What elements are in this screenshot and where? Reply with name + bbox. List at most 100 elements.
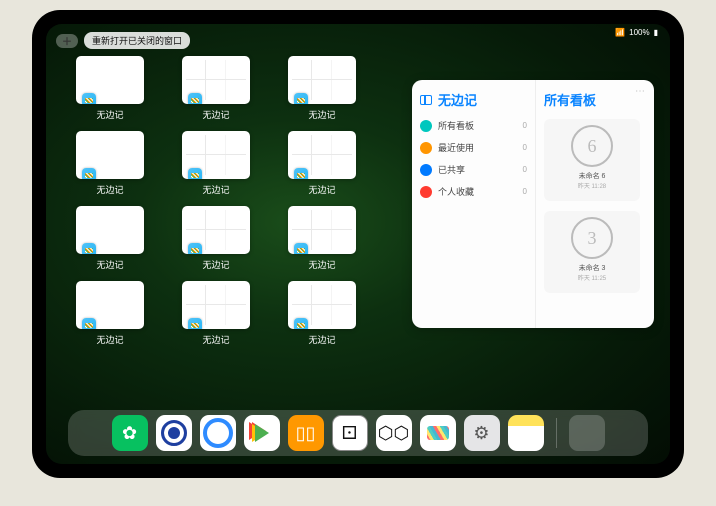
board-preview: 6 xyxy=(571,125,613,167)
sidebar-item-recent[interactable]: 最近使用 0 xyxy=(420,141,527,154)
freeform-icon xyxy=(294,318,308,329)
app-label: 无边记 xyxy=(96,108,123,121)
freeform-icon xyxy=(188,318,202,329)
dock-app-hex[interactable]: ⬡⬡ xyxy=(376,415,412,451)
freeform-icon xyxy=(188,168,202,179)
app-thumbnail xyxy=(288,131,356,179)
new-window-button[interactable]: ＋ xyxy=(56,34,78,48)
app-label: 无边记 xyxy=(308,108,335,121)
all-boards-icon xyxy=(420,120,432,132)
board-list: 6 未命名 6昨天 11:28 3 未命名 3昨天 11:25 xyxy=(544,119,646,293)
board-meta: 昨天 11:28 xyxy=(578,181,606,190)
sidebar-item-label: 已共享 xyxy=(438,163,465,176)
freeform-icon xyxy=(188,243,202,254)
freeform-icon xyxy=(82,318,96,329)
app-label: 无边记 xyxy=(202,258,229,271)
freeform-icon xyxy=(188,93,202,104)
battery-icon: ▮ xyxy=(654,28,658,37)
dock-app-dice[interactable]: ⚀ xyxy=(332,415,368,451)
sidebar-item-label: 最近使用 xyxy=(438,141,474,154)
sidebar-item-count: 0 xyxy=(523,143,527,152)
app-label: 无边记 xyxy=(96,183,123,196)
dock-app-play[interactable] xyxy=(244,415,280,451)
freeform-icon xyxy=(294,93,308,104)
app-thumbnail xyxy=(76,281,144,329)
app-thumbnail xyxy=(76,131,144,179)
app-window[interactable]: 无边记 xyxy=(172,206,260,271)
board-item[interactable]: 6 未命名 6昨天 11:28 xyxy=(544,119,640,201)
app-thumbnail xyxy=(288,281,356,329)
status-bar: 📶 100% ▮ xyxy=(615,28,658,37)
app-label: 无边记 xyxy=(96,333,123,346)
app-window[interactable]: 无边记 xyxy=(66,131,154,196)
dock-app-notes[interactable] xyxy=(508,415,544,451)
freeform-icon xyxy=(294,168,308,179)
app-window[interactable]: 无边记 xyxy=(66,206,154,271)
play-icon xyxy=(255,424,269,442)
app-window[interactable]: 无边记 xyxy=(66,56,154,121)
app-thumbnail xyxy=(288,206,356,254)
app-thumbnail xyxy=(182,56,250,104)
sidebar-item-count: 0 xyxy=(523,187,527,196)
app-window[interactable]: 无边记 xyxy=(172,131,260,196)
wifi-icon: 📶 xyxy=(615,28,625,37)
app-thumbnail xyxy=(76,56,144,104)
panel-category-list: 所有看板 0 最近使用 0 已共享0 个人收藏 0 xyxy=(420,119,527,198)
app-window[interactable]: 无边记 xyxy=(66,281,154,346)
freeform-icon xyxy=(82,168,96,179)
sidebar-item-label: 个人收藏 xyxy=(438,185,474,198)
ipad-device-frame: 📶 100% ▮ ＋ 重新打开已关闭的窗口 无边记无边记无边记无边记无边记无边记… xyxy=(32,10,684,478)
panel-title-label: 无边记 xyxy=(438,90,477,109)
sidebar-item-label: 所有看板 xyxy=(438,119,474,132)
app-window[interactable]: 无边记 xyxy=(278,281,366,346)
favorites-icon xyxy=(420,186,432,198)
app-window[interactable]: 无边记 xyxy=(278,206,366,271)
app-label: 无边记 xyxy=(308,258,335,271)
board-preview: 3 xyxy=(571,217,613,259)
sidebar-item-shared[interactable]: 已共享0 xyxy=(420,163,527,176)
recent-icon xyxy=(420,142,432,154)
board-meta: 昨天 11:25 xyxy=(578,273,606,282)
dock-app-library[interactable] xyxy=(569,415,605,451)
sidebar-item-all-boards[interactable]: 所有看板 0 xyxy=(420,119,527,132)
freeform-icon xyxy=(82,243,96,254)
dock-app-settings[interactable]: ⚙ xyxy=(464,415,500,451)
more-icon[interactable]: ⋯ xyxy=(635,86,646,97)
sidebar-item-count: 0 xyxy=(523,121,527,130)
board-title: 未命名 6 xyxy=(579,171,606,181)
plus-icon: ＋ xyxy=(62,33,72,48)
app-switcher-grid: 无边记无边记无边记无边记无边记无边记无边记无边记无边记无边记无边记无边记 xyxy=(66,56,366,346)
app-thumbnail xyxy=(76,206,144,254)
app-label: 无边记 xyxy=(96,258,123,271)
dock-app-dot-blue[interactable] xyxy=(156,415,192,451)
app-label: 无边记 xyxy=(202,183,229,196)
freeform-panel: ⋯ 无边记 所有看板0最近使用0已共享0个人收藏0 所有看板 6未命名 6昨天 … xyxy=(412,80,654,328)
dock-app-q-blue[interactable] xyxy=(200,415,236,451)
board-title: 未命名 3 xyxy=(579,263,606,273)
app-label: 无边记 xyxy=(202,108,229,121)
panel-content-title: 所有看板 xyxy=(544,90,646,109)
shared-icon xyxy=(420,164,432,176)
freeform-icon xyxy=(294,243,308,254)
board-item[interactable]: 3 未命名 3昨天 11:25 xyxy=(544,211,640,293)
sidebar-icon[interactable] xyxy=(420,95,432,105)
window-controls: ＋ 重新打开已关闭的窗口 xyxy=(56,32,190,49)
app-thumbnail xyxy=(182,131,250,179)
sidebar-item-favorites[interactable]: 个人收藏 0 xyxy=(420,185,527,198)
dock-app-freeform-dock[interactable] xyxy=(420,415,456,451)
app-window[interactable]: 无边记 xyxy=(172,281,260,346)
app-thumbnail xyxy=(182,281,250,329)
panel-content: 所有看板 6 未命名 6昨天 11:28 3 未命名 3昨天 11:25 xyxy=(536,80,654,328)
battery-percent: 100% xyxy=(629,28,649,37)
restore-closed-window-label: 重新打开已关闭的窗口 xyxy=(92,36,182,46)
app-label: 无边记 xyxy=(202,333,229,346)
dock-app-books[interactable]: ▯▯ xyxy=(288,415,324,451)
dock-app-wechat[interactable]: ✿ xyxy=(112,415,148,451)
app-window[interactable]: 无边记 xyxy=(172,56,260,121)
app-label: 无边记 xyxy=(308,183,335,196)
restore-closed-window-button[interactable]: 重新打开已关闭的窗口 xyxy=(84,32,190,49)
app-window[interactable]: 无边记 xyxy=(278,56,366,121)
app-thumbnail xyxy=(182,206,250,254)
freeform-icon xyxy=(82,93,96,104)
app-window[interactable]: 无边记 xyxy=(278,131,366,196)
